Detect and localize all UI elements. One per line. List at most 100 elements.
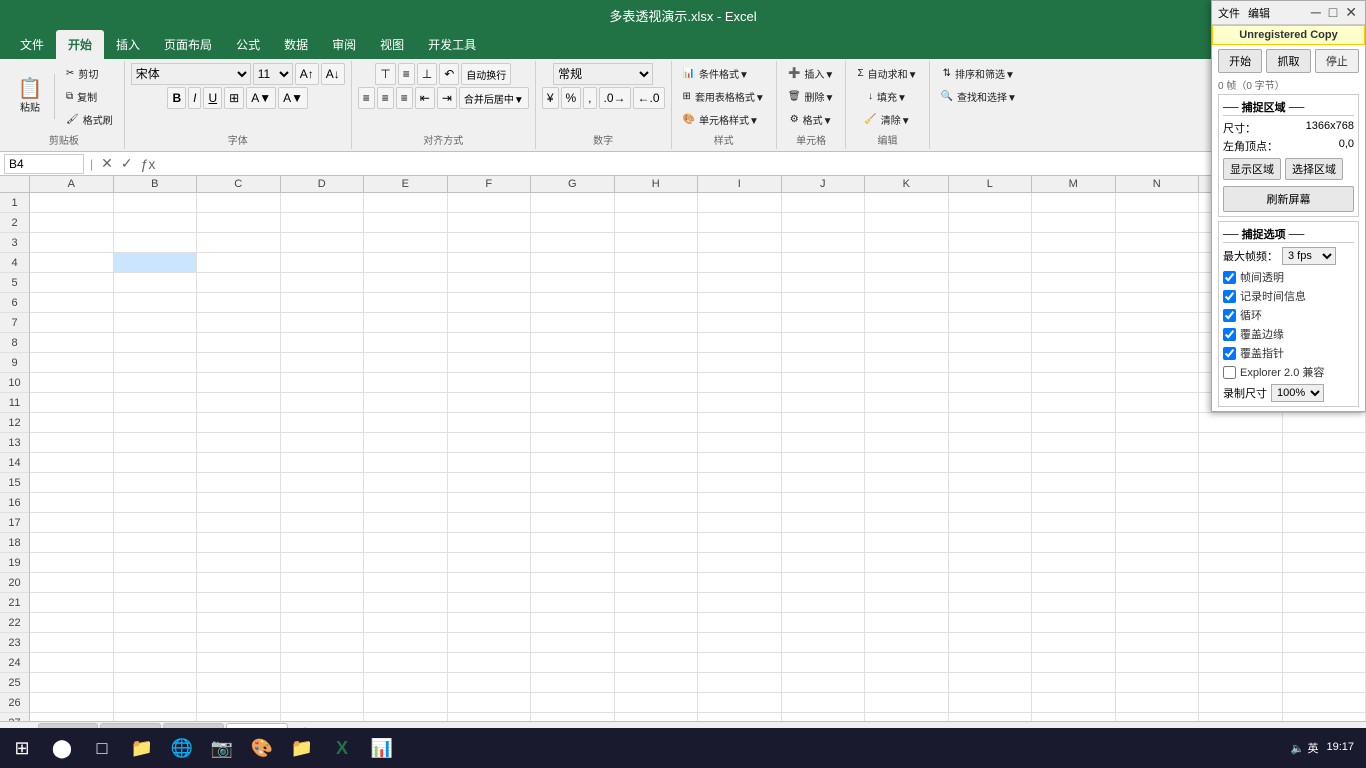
row-number-9[interactable]: 9	[0, 353, 29, 373]
cell-K6[interactable]	[865, 293, 949, 313]
cell-N6[interactable]	[1116, 293, 1200, 313]
cell-B10[interactable]	[114, 373, 198, 393]
cell-H17[interactable]	[615, 513, 699, 533]
col-header-m[interactable]: M	[1032, 176, 1116, 192]
cell-B21[interactable]	[114, 593, 198, 613]
increase-font-button[interactable]: A↑	[295, 63, 319, 85]
cell-J27[interactable]	[782, 713, 866, 721]
cell-P24[interactable]	[1283, 653, 1366, 673]
row-number-7[interactable]: 7	[0, 313, 29, 333]
cell-I3[interactable]	[698, 233, 782, 253]
col-header-e[interactable]: E	[364, 176, 448, 192]
cell-N26[interactable]	[1116, 693, 1200, 713]
cell-G1[interactable]	[531, 193, 615, 213]
cell-P18[interactable]	[1283, 533, 1366, 553]
cell-G20[interactable]	[531, 573, 615, 593]
cell-M19[interactable]	[1032, 553, 1116, 573]
cell-J25[interactable]	[782, 673, 866, 693]
cell-E16[interactable]	[364, 493, 448, 513]
cell-P26[interactable]	[1283, 693, 1366, 713]
tab-file[interactable]: 文件	[8, 30, 56, 59]
cell-L21[interactable]	[949, 593, 1033, 613]
border-button[interactable]: ⊞	[224, 87, 244, 109]
cell-J4[interactable]	[782, 253, 866, 273]
cell-I18[interactable]	[698, 533, 782, 553]
cell-E2[interactable]	[364, 213, 448, 233]
cell-B17[interactable]	[114, 513, 198, 533]
task-view-button[interactable]: □	[84, 730, 120, 766]
align-top-button[interactable]: ⊤	[375, 63, 395, 85]
cell-I24[interactable]	[698, 653, 782, 673]
cell-N24[interactable]	[1116, 653, 1200, 673]
underline-button[interactable]: U	[203, 87, 222, 109]
cell-E17[interactable]	[364, 513, 448, 533]
cell-I13[interactable]	[698, 433, 782, 453]
cell-E11[interactable]	[364, 393, 448, 413]
decrease-decimal-button[interactable]: ←.0	[633, 87, 665, 109]
cell-H10[interactable]	[615, 373, 699, 393]
cell-B24[interactable]	[114, 653, 198, 673]
cell-E18[interactable]	[364, 533, 448, 553]
cell-I10[interactable]	[698, 373, 782, 393]
cell-C15[interactable]	[197, 473, 281, 493]
conditional-format-button[interactable]: 📊 条件格式▼	[678, 63, 754, 84]
cell-N22[interactable]	[1116, 613, 1200, 633]
cell-A21[interactable]	[30, 593, 114, 613]
cell-C1[interactable]	[197, 193, 281, 213]
cell-B11[interactable]	[114, 393, 198, 413]
refresh-button[interactable]: 刷新屏幕	[1223, 186, 1354, 212]
cell-L12[interactable]	[949, 413, 1033, 433]
cell-I8[interactable]	[698, 333, 782, 353]
decrease-indent-button[interactable]: ⇤	[415, 87, 435, 109]
cell-G14[interactable]	[531, 453, 615, 473]
cell-E22[interactable]	[364, 613, 448, 633]
col-header-j[interactable]: J	[782, 176, 866, 192]
cell-D5[interactable]	[281, 273, 365, 293]
col-header-h[interactable]: H	[615, 176, 699, 192]
cell-C24[interactable]	[197, 653, 281, 673]
row-number-6[interactable]: 6	[0, 293, 29, 313]
cell-N12[interactable]	[1116, 413, 1200, 433]
cell-L19[interactable]	[949, 553, 1033, 573]
cell-H14[interactable]	[615, 453, 699, 473]
cell-C27[interactable]	[197, 713, 281, 721]
cell-F17[interactable]	[448, 513, 532, 533]
side-panel-close[interactable]: ✕	[1343, 4, 1359, 21]
cell-C13[interactable]	[197, 433, 281, 453]
cell-C25[interactable]	[197, 673, 281, 693]
cell-I20[interactable]	[698, 573, 782, 593]
cell-D2[interactable]	[281, 213, 365, 233]
cell-N10[interactable]	[1116, 373, 1200, 393]
cell-M18[interactable]	[1032, 533, 1116, 553]
cell-D26[interactable]	[281, 693, 365, 713]
cell-E26[interactable]	[364, 693, 448, 713]
col-header-c[interactable]: C	[197, 176, 281, 192]
cell-P27[interactable]	[1283, 713, 1366, 721]
cell-F24[interactable]	[448, 653, 532, 673]
cell-M6[interactable]	[1032, 293, 1116, 313]
col-header-n[interactable]: N	[1116, 176, 1200, 192]
cell-L20[interactable]	[949, 573, 1033, 593]
cell-L10[interactable]	[949, 373, 1033, 393]
cell-J9[interactable]	[782, 353, 866, 373]
cell-N4[interactable]	[1116, 253, 1200, 273]
fps-select[interactable]: 3 fps 5 fps 10 fps	[1282, 247, 1336, 265]
cell-M14[interactable]	[1032, 453, 1116, 473]
cell-E3[interactable]	[364, 233, 448, 253]
cell-F4[interactable]	[448, 253, 532, 273]
number-format-select[interactable]: 常规	[553, 63, 653, 85]
percent-button[interactable]: %	[561, 87, 582, 109]
cell-K4[interactable]	[865, 253, 949, 273]
cell-B18[interactable]	[114, 533, 198, 553]
italic-button[interactable]: I	[188, 87, 201, 109]
row-number-26[interactable]: 26	[0, 693, 29, 713]
cell-K9[interactable]	[865, 353, 949, 373]
search-button[interactable]: ⬤	[44, 730, 80, 766]
cell-K24[interactable]	[865, 653, 949, 673]
formula-input[interactable]	[161, 154, 1362, 174]
col-header-i[interactable]: I	[698, 176, 782, 192]
cell-F14[interactable]	[448, 453, 532, 473]
cell-H5[interactable]	[615, 273, 699, 293]
row-number-14[interactable]: 14	[0, 453, 29, 473]
cell-B20[interactable]	[114, 573, 198, 593]
